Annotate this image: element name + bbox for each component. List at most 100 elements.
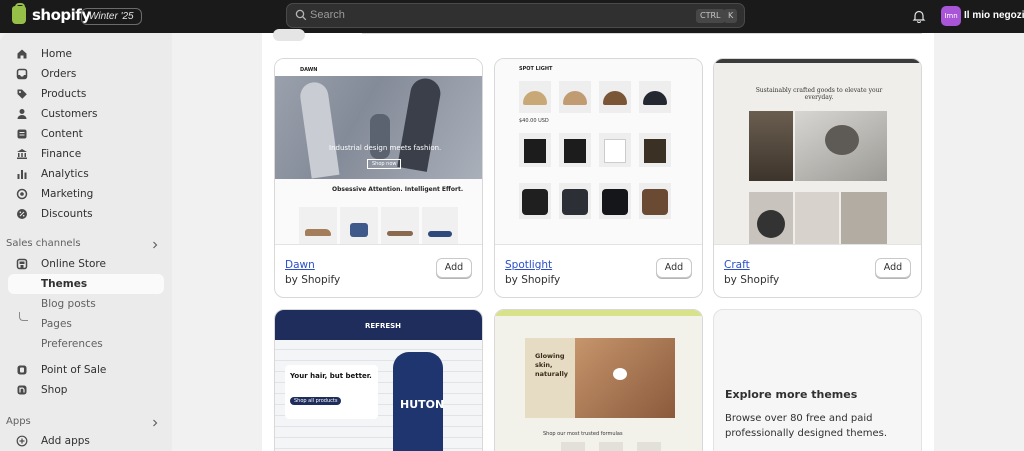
sidebar-item-themes[interactable]: Themes — [8, 274, 164, 294]
theme-name-link[interactable]: Dawn — [285, 259, 315, 271]
sidebar-item-label: Content — [41, 128, 83, 140]
theme-card-refresh[interactable]: REFRESH Your hair, but better. Shop all … — [274, 309, 483, 451]
shortcut-key-ctrl: CTRL — [696, 9, 725, 23]
bell-icon[interactable] — [912, 9, 926, 23]
preview-logo: DAWN — [300, 67, 318, 73]
add-theme-button[interactable]: Add — [875, 258, 911, 278]
divider — [362, 33, 922, 34]
avatar[interactable]: Imn — [941, 6, 961, 26]
explore-themes-card[interactable]: Explore more themes Browse over 80 free … — [713, 309, 922, 451]
sidebar-item-label: Orders — [41, 68, 77, 80]
sidebar-item-label: Point of Sale — [41, 364, 107, 376]
add-theme-button[interactable]: Add — [656, 258, 692, 278]
preview-bottle-label: HUTON — [400, 398, 445, 411]
sidebar-item-label: Shop — [41, 384, 68, 396]
sidebar-item-products[interactable]: Products — [8, 84, 164, 104]
sidebar-item-marketing[interactable]: Marketing — [8, 184, 164, 204]
shop-icon — [16, 384, 28, 396]
preview-hero-text: Industrial design meets fashion. — [329, 144, 442, 152]
theme-author: by Shopify — [285, 274, 341, 286]
theme-preview-glow[interactable]: Glowing skin, naturally Shop our most tr… — [495, 310, 702, 451]
shortcut-key-k: K — [724, 9, 738, 23]
chevron-right-icon[interactable] — [151, 419, 159, 427]
sidebar-item-discounts[interactable]: Discounts — [8, 204, 164, 224]
preview-logo: SPOT LIGHT — [519, 66, 553, 72]
preview-hero-text: Glowing skin, naturally — [535, 352, 569, 378]
preview-cta: Shop now — [367, 159, 402, 169]
plus-circle-icon — [16, 435, 28, 447]
explore-description: Browse over 80 free and paid professiona… — [725, 413, 888, 439]
sidebar-item-blog-posts[interactable]: Blog posts — [8, 294, 164, 314]
search-placeholder: Search — [310, 9, 345, 21]
apps-heading[interactable]: Apps — [6, 416, 31, 427]
sidebar-item-label: Home — [41, 48, 73, 60]
sidebar-item-shop[interactable]: Shop — [8, 380, 164, 400]
sidebar-item-preferences[interactable]: Preferences — [8, 334, 164, 354]
sidebar-item-analytics[interactable]: Analytics — [8, 164, 164, 184]
sidebar-item-add-apps[interactable]: Add apps — [8, 431, 164, 451]
sidebar-item-label: Marketing — [41, 188, 94, 200]
theme-preview-refresh[interactable]: REFRESH Your hair, but better. Shop all … — [275, 310, 482, 451]
theme-preview-craft[interactable]: Sustainably crafted goods to elevate you… — [714, 59, 921, 245]
theme-card-glow[interactable]: Glowing skin, naturally Shop our most tr… — [494, 309, 703, 451]
add-theme-button[interactable]: Add — [436, 258, 472, 278]
theme-library-panel: DAWN Industrial design meets fashion. Sh… — [262, 29, 934, 451]
sidebar-item-label: Finance — [41, 148, 82, 160]
search-bar[interactable]: Search CTRL K — [286, 3, 745, 28]
sidebar-item-label: Online Store — [41, 258, 106, 270]
target-icon — [16, 188, 28, 200]
sidebar-item-label: Pages — [41, 318, 72, 330]
theme-author: by Shopify — [724, 274, 780, 286]
preview-price: $40.00 USD — [519, 118, 549, 124]
theme-card-dawn[interactable]: DAWN Industrial design meets fashion. Sh… — [274, 58, 483, 298]
sales-channels-heading[interactable]: Sales channels — [6, 238, 81, 249]
explore-title: Explore more themes — [725, 388, 858, 401]
home-icon — [16, 48, 28, 60]
sidebar-item-label: Products — [41, 88, 87, 100]
person-icon — [16, 108, 28, 120]
discount-icon — [16, 208, 28, 220]
sidebar-item-label: Discounts — [41, 208, 93, 220]
sidebar-item-label: Add apps — [41, 435, 90, 447]
preview-section-title: Obsessive Attention. Intelligent Effort. — [332, 186, 464, 193]
top-bar: shopify Winter '25 Search CTRL K Imn Il … — [0, 0, 1024, 33]
sidebar: Home Orders Products Customers Content F… — [0, 33, 172, 451]
store-name[interactable]: Il mio negozio — [964, 10, 1024, 21]
shopify-bag-icon — [12, 3, 26, 24]
sidebar-item-home[interactable]: Home — [8, 44, 164, 64]
shopify-logo[interactable]: shopify — [12, 3, 91, 24]
sidebar-item-pages[interactable]: Pages — [8, 314, 164, 334]
sidebar-item-online-store[interactable]: Online Store — [8, 254, 164, 274]
theme-preview-dawn[interactable]: DAWN Industrial design meets fashion. Sh… — [275, 59, 482, 245]
theme-card-spotlight[interactable]: SPOT LIGHT $40.00 USD Spotlight by Shopi… — [494, 58, 703, 298]
sidebar-item-label: Analytics — [41, 168, 89, 180]
tag-icon — [16, 88, 28, 100]
edition-badge[interactable]: Winter '25 — [81, 8, 142, 25]
theme-name-link[interactable]: Craft — [724, 259, 750, 271]
theme-author: by Shopify — [505, 274, 561, 286]
preview-section-title: Shop our most trusted formulas — [543, 431, 623, 437]
theme-card-craft[interactable]: Sustainably crafted goods to elevate you… — [713, 58, 922, 298]
bank-icon — [16, 148, 28, 160]
inbox-icon — [16, 68, 28, 80]
sidebar-item-label: Themes — [41, 278, 88, 290]
sidebar-item-point-of-sale[interactable]: Point of Sale — [8, 360, 164, 380]
sidebar-item-orders[interactable]: Orders — [8, 64, 164, 84]
preview-logo: REFRESH — [365, 322, 402, 330]
preview-cta: Shop all products — [290, 397, 342, 405]
preview-hero-text: Your hair, but better. — [290, 372, 372, 380]
sidebar-item-label: Customers — [41, 108, 98, 120]
store-icon — [16, 258, 28, 270]
theme-preview-spotlight[interactable]: SPOT LIGHT $40.00 USD — [495, 59, 702, 245]
preview-headline: Sustainably crafted goods to elevate you… — [755, 87, 883, 101]
chevron-right-icon[interactable] — [151, 241, 159, 249]
search-icon — [295, 9, 307, 21]
bar-chart-icon — [16, 168, 28, 180]
theme-name-link[interactable]: Spotlight — [505, 259, 552, 271]
sidebar-item-label: Blog posts — [41, 298, 96, 310]
document-icon — [16, 128, 28, 140]
sidebar-item-customers[interactable]: Customers — [8, 104, 164, 124]
sidebar-item-finance[interactable]: Finance — [8, 144, 164, 164]
sidebar-item-content[interactable]: Content — [8, 124, 164, 144]
filter-button[interactable] — [273, 29, 305, 41]
